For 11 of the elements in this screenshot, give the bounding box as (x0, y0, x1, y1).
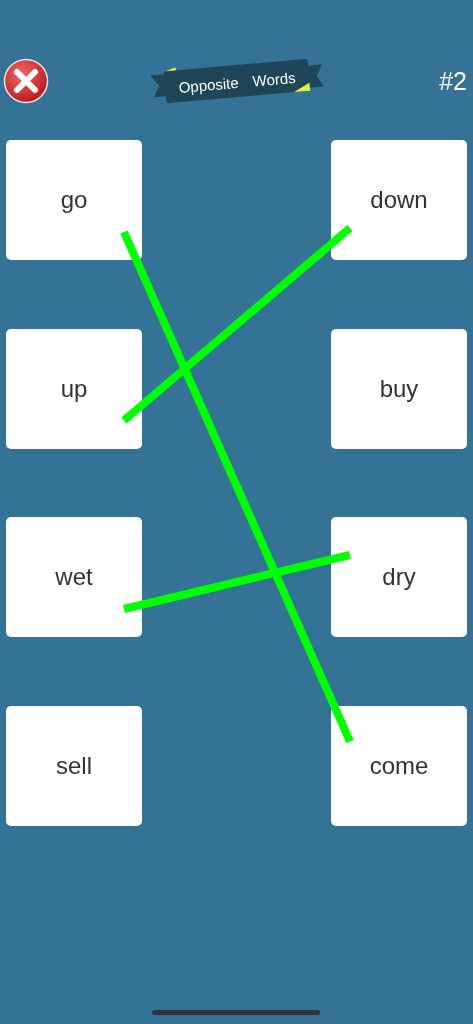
word-card[interactable]: up (6, 328, 142, 449)
word-card[interactable]: buy (331, 328, 467, 449)
title-text: Opposite Words (177, 68, 297, 96)
word-card[interactable]: down (331, 140, 467, 260)
word-card[interactable]: wet (6, 517, 142, 637)
word-card[interactable]: come (331, 705, 467, 826)
close-icon[interactable] (3, 58, 49, 104)
word-card[interactable]: dry (331, 517, 467, 637)
word-card[interactable]: go (6, 140, 142, 260)
word-card[interactable]: sell (6, 705, 142, 826)
level-number: #2 (438, 66, 467, 96)
